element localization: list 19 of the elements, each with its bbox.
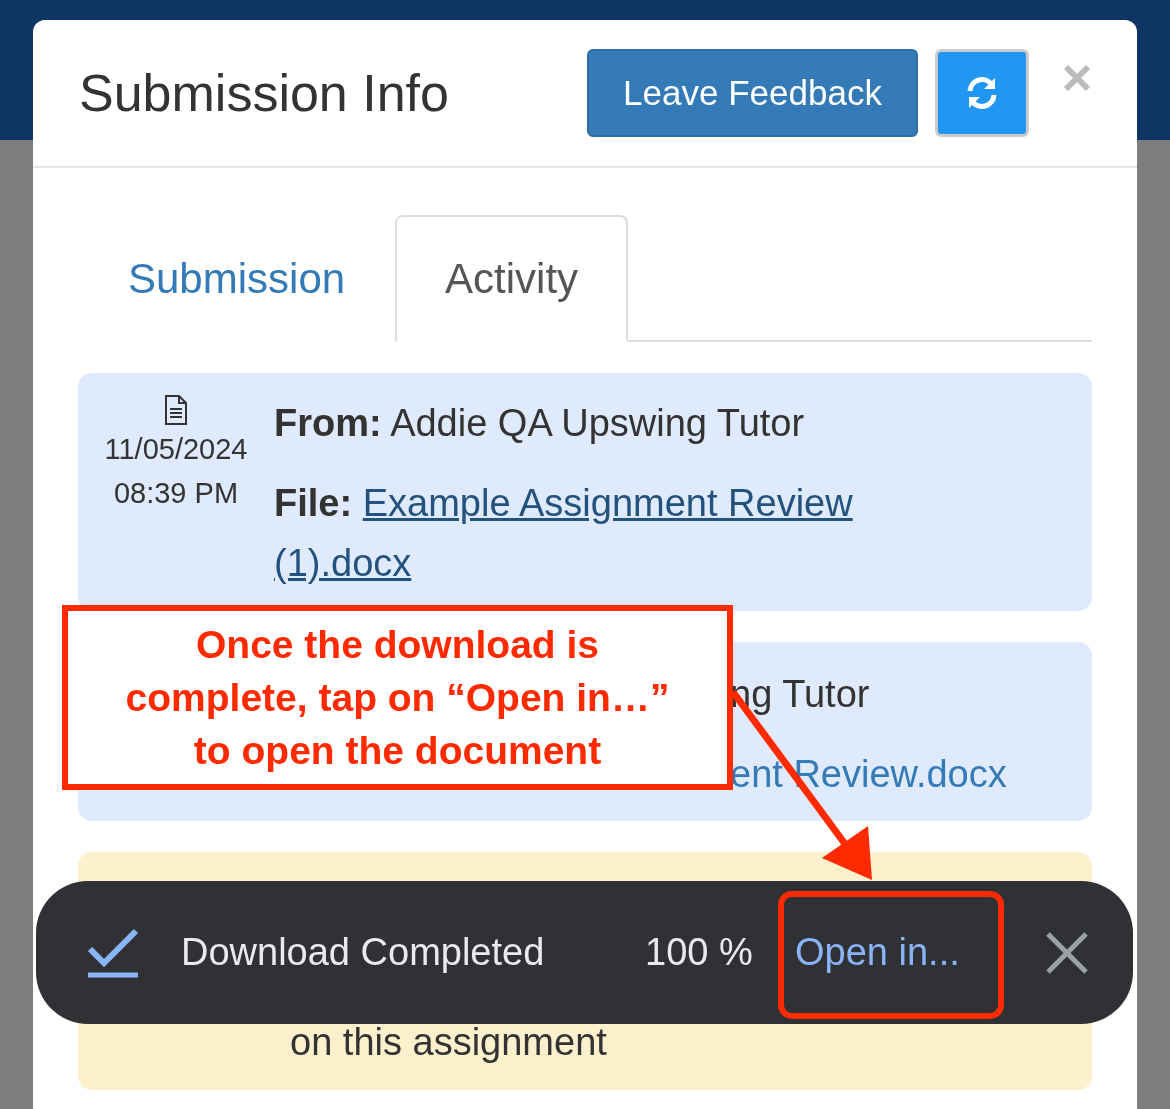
tab[interactable]: Activity bbox=[395, 215, 629, 342]
dialog-title: Submission Info bbox=[79, 63, 450, 123]
leave-feedback-button[interactable]: Leave Feedback bbox=[587, 49, 918, 137]
activity-date: 11/05/2024 bbox=[104, 432, 248, 467]
download-status: Download Completed bbox=[181, 931, 546, 974]
close-button[interactable] bbox=[1045, 930, 1089, 975]
activity-time: 08:39 PM bbox=[113, 476, 239, 511]
close-icon bbox=[1063, 64, 1091, 92]
close-icon bbox=[1045, 930, 1089, 975]
document-icon bbox=[164, 395, 188, 425]
activity-text: on this assignment bbox=[290, 1020, 608, 1065]
download-done-icon bbox=[86, 926, 140, 979]
open-in-button[interactable]: Open in... bbox=[795, 931, 985, 974]
from-line: From: Addie QA Upswing Tutor bbox=[274, 401, 806, 446]
file-link[interactable]: ent Review.docx bbox=[730, 753, 1007, 795]
file-line[interactable]: File: Example Assignment Review (1).docx bbox=[274, 473, 934, 593]
annotation-note: Once the download is complete, tap on “Open in…” to open the document bbox=[62, 605, 733, 790]
refresh-button[interactable] bbox=[935, 49, 1029, 137]
download-percent: 100 % bbox=[645, 931, 754, 974]
